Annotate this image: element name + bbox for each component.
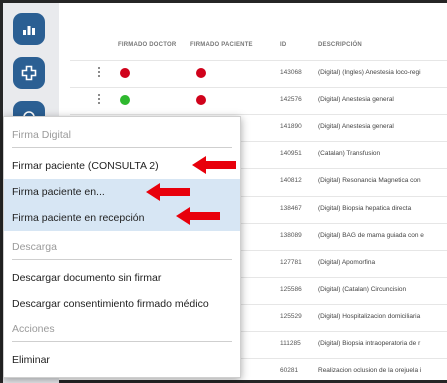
row-id: 127781: [280, 258, 302, 266]
row-description: (Digital) Anestesia general: [318, 96, 394, 104]
row-id: 140951: [280, 150, 302, 158]
row-id: 138467: [280, 204, 302, 212]
menu-divider: [12, 259, 232, 260]
row-id: 111285: [280, 340, 301, 347]
section-acciones: Acciones: [12, 323, 55, 335]
nav-add-button[interactable]: [13, 57, 45, 89]
table-row[interactable]: 142576 (Digital) Anestesia general: [70, 87, 447, 113]
column-header-id[interactable]: ID: [280, 42, 286, 48]
column-header-firmado-paciente[interactable]: FIRMADO PACIENTE: [190, 42, 253, 48]
section-descarga: Descarga: [12, 241, 57, 253]
section-firma-digital: Firma Digital: [12, 129, 71, 141]
firmado-paciente-status-dot: [196, 95, 206, 106]
descargar-consentimiento-item[interactable]: Descargar consentimiento firmado médico: [4, 291, 240, 317]
table-row[interactable]: 143068 (Digital) (Ingles) Anestesia loco-…: [70, 60, 447, 86]
row-description: (Catalan) Transfusion: [318, 150, 381, 158]
row-id: 140812: [280, 177, 302, 185]
menu-divider: [12, 147, 232, 148]
eliminar-item[interactable]: Eliminar: [4, 347, 240, 373]
row-description: (Digital) Hospitalizacion domiciliaria: [318, 312, 421, 320]
plus-cross-icon: [21, 65, 37, 81]
row-id: 142576: [280, 96, 302, 104]
row-id: 141890: [280, 123, 302, 131]
annotation-arrow-icon: [146, 183, 190, 201]
descargar-sin-firmar-item[interactable]: Descargar documento sin firmar: [4, 265, 240, 291]
row-description: (Digital) BAG de mama guiada con e: [318, 231, 424, 239]
nav-reports-button[interactable]: [13, 13, 45, 45]
row-description: (Digital) Biopsia hepatica directa: [318, 204, 412, 212]
annotation-arrow-icon: [192, 156, 236, 174]
row-description: (Digital) (Ingles) Anestesia loco-regi: [318, 69, 421, 76]
firma-paciente-en-item[interactable]: Firma paciente en...: [4, 179, 240, 205]
row-id: 60281: [280, 367, 299, 375]
row-id: 125586: [280, 285, 302, 293]
firmado-doctor-status-dot: [120, 68, 130, 78]
column-header-firmado-doctor[interactable]: FIRMADO DOCTOR: [118, 42, 176, 48]
row-description: (Digital) Anestesia general: [318, 123, 394, 131]
row-id: 125529: [280, 312, 302, 320]
column-header-descripcion[interactable]: DESCRIPCIÓN: [318, 42, 362, 48]
kebab-menu-icon[interactable]: [98, 67, 101, 79]
row-id: 143068: [280, 69, 302, 76]
row-description: Realizacion oclusion de la orejuela i: [318, 367, 422, 375]
firmado-paciente-status-dot: [196, 68, 206, 78]
menu-divider: [12, 341, 232, 342]
row-id: 138089: [280, 231, 302, 239]
kebab-menu-icon[interactable]: [98, 94, 101, 106]
row-description: (Digital) (Catalan) Circuncision: [318, 285, 407, 293]
bar-chart-icon: [23, 26, 35, 35]
annotation-arrow-icon: [176, 207, 220, 225]
row-description: (Digital) Biopsia intraoperatoria de r: [318, 340, 421, 347]
firmado-doctor-status-dot: [120, 95, 130, 106]
row-description: (Digital) Resonancia Magnetica con: [318, 177, 421, 185]
row-description: (Digital) Apomorfina: [318, 258, 376, 266]
